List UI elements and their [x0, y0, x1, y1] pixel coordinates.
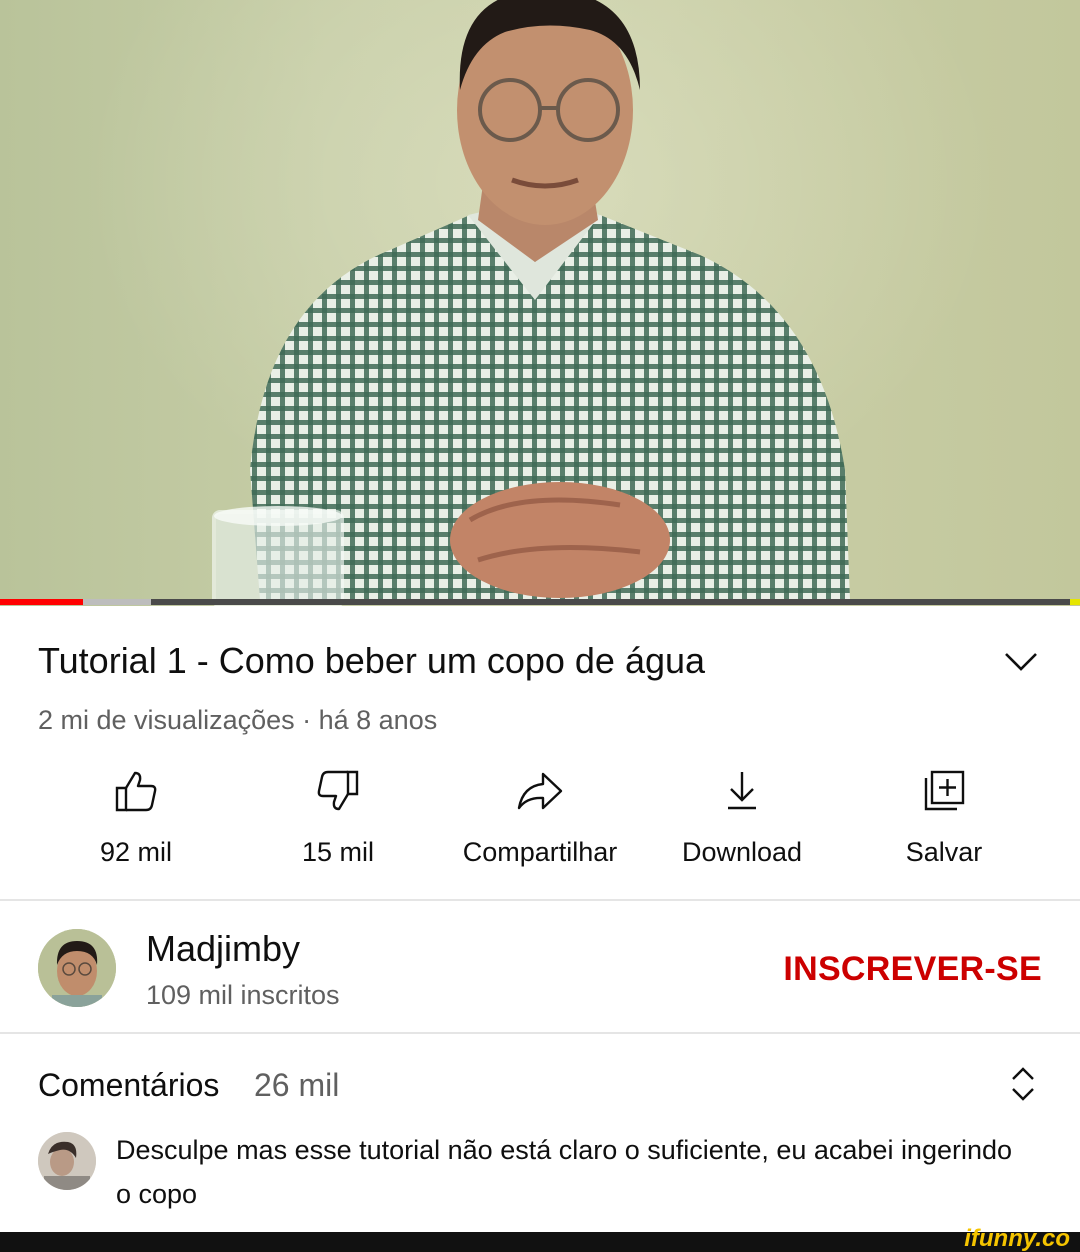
subscribe-button[interactable]: INSCREVER-SE	[783, 946, 1042, 992]
download-icon	[728, 772, 756, 810]
comments-count: 26 mil	[254, 1067, 340, 1103]
comments-header[interactable]: Comentários	[38, 1064, 219, 1106]
video-meta: 2 mi de visualizações · há 8 anos	[38, 705, 438, 735]
commenter-avatar-image	[38, 1132, 96, 1190]
expand-comments-icon[interactable]	[1006, 1064, 1040, 1104]
progress-played	[0, 599, 84, 605]
ifunny-watermark: ifunny.co	[964, 1225, 1070, 1252]
download-label: Download	[681, 837, 803, 867]
video-title[interactable]: Tutorial 1 - Como beber um copo de água	[38, 636, 978, 686]
dislike-count: 15 mil	[301, 837, 375, 867]
like-count: 92 mil	[99, 837, 173, 867]
commenter-avatar[interactable]	[38, 1132, 96, 1190]
share-icon	[517, 772, 563, 810]
video-player[interactable]	[0, 0, 1080, 606]
share-label: Compartilhar	[462, 837, 618, 867]
progress-end-marker	[1070, 599, 1080, 605]
divider	[0, 899, 1080, 901]
save-button[interactable]: Salvar	[844, 768, 1044, 878]
subscriber-count: 109 mil inscritos	[146, 980, 340, 1010]
dislike-button[interactable]: 15 mil	[238, 768, 438, 878]
thumbs-down-icon	[317, 770, 359, 811]
chevron-down-icon[interactable]	[1000, 646, 1042, 676]
channel-avatar-image	[38, 929, 116, 1007]
thumbs-up-icon	[115, 771, 157, 812]
divider	[0, 1032, 1080, 1034]
download-button[interactable]: Download	[642, 768, 842, 878]
channel-avatar[interactable]	[38, 929, 116, 1007]
footer-bar	[0, 1232, 1080, 1252]
like-button[interactable]: 92 mil	[36, 768, 236, 878]
top-comment-text: Desculpe mas esse tutorial não está clar…	[116, 1135, 1013, 1209]
video-frame-person	[212, 0, 850, 606]
channel-name[interactable]: Madjimby	[146, 926, 300, 972]
share-button[interactable]: Compartilhar	[440, 768, 640, 878]
save-label: Salvar	[905, 837, 983, 867]
progress-bar[interactable]	[0, 599, 1080, 605]
add-to-playlist-icon	[924, 770, 965, 811]
